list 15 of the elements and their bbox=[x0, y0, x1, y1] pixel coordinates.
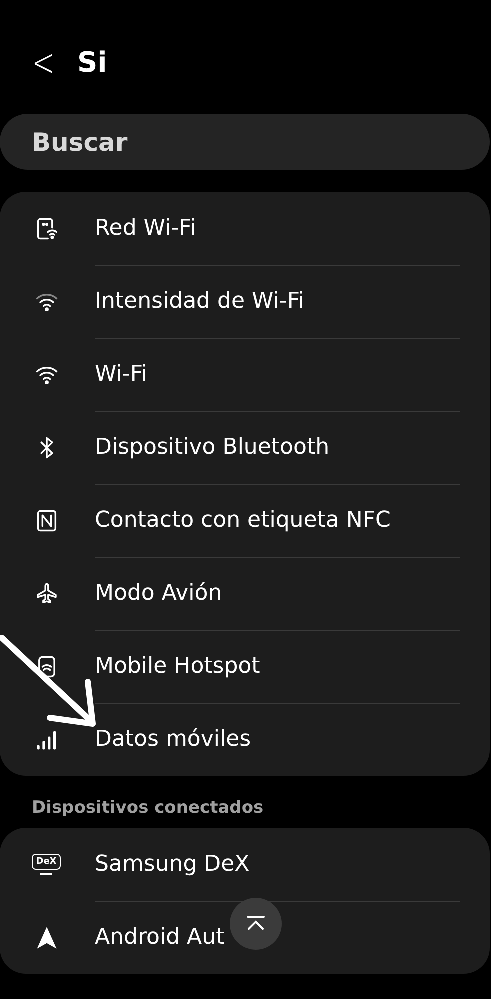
search-field[interactable]: Buscar bbox=[0, 114, 490, 170]
result-item[interactable]: Modo Avión bbox=[95, 581, 222, 606]
result-item[interactable]: Intensidad de Wi-Fi bbox=[95, 289, 304, 314]
back-button[interactable]: < bbox=[32, 38, 56, 86]
result-item[interactable]: Contacto con etiqueta NFC bbox=[95, 508, 391, 533]
result-item[interactable]: Android Aut bbox=[95, 925, 225, 950]
page-title: Si bbox=[77, 46, 108, 78]
result-item[interactable]: Datos móviles bbox=[95, 727, 252, 752]
result-item[interactable]: Mobile Hotspot bbox=[95, 654, 260, 679]
result-item[interactable]: Red Wi-Fi bbox=[95, 216, 196, 241]
result-item[interactable]: Wi-Fi bbox=[95, 362, 148, 387]
section-header: Dispositivos conectados bbox=[31, 797, 265, 818]
result-item[interactable]: Samsung DeX bbox=[95, 852, 250, 877]
scroll-top-icon bbox=[245, 915, 267, 933]
result-item[interactable]: Dispositivo Bluetooth bbox=[95, 435, 330, 460]
